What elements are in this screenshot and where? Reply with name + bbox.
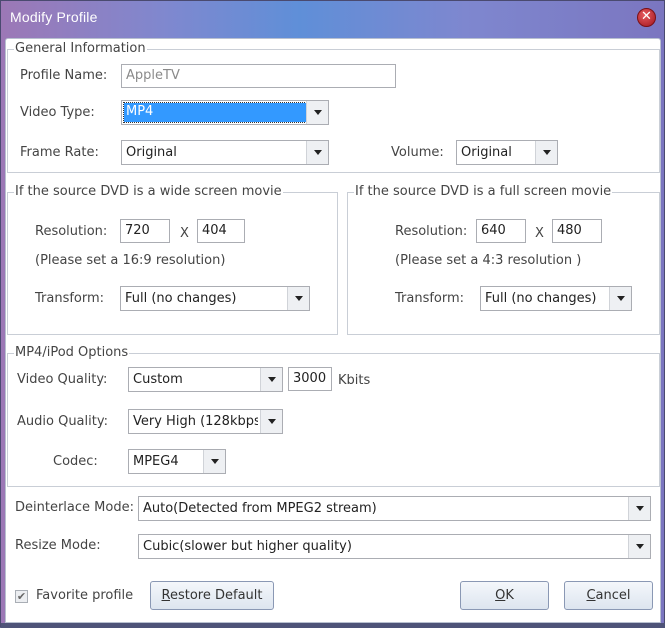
favorite-profile-checkbox[interactable]: ✔: [15, 590, 28, 603]
chevron-down-icon[interactable]: [535, 141, 557, 164]
cancel-mnemonic: C: [586, 588, 596, 603]
wide-transform-select[interactable]: Full (no changes): [120, 286, 310, 311]
wide-transform-label: Transform:: [35, 291, 105, 306]
deinterlace-mode-select[interactable]: Auto(Detected from MPEG2 stream): [138, 496, 651, 521]
restore-default-mnemonic: R: [161, 588, 170, 603]
profile-name-input[interactable]: AppleTV: [121, 64, 396, 88]
general-information-legend: General Information: [14, 41, 147, 57]
ok-label: K: [505, 588, 514, 603]
audio-quality-value: Very High (128kbps: [133, 414, 258, 429]
cancel-button[interactable]: Cancel: [564, 581, 653, 610]
restore-default-button[interactable]: Restore Default: [150, 581, 274, 610]
full-transform-value: Full (no changes): [485, 291, 597, 306]
close-icon: ✕: [641, 9, 652, 24]
chevron-down-icon[interactable]: [260, 410, 282, 433]
full-screen-group: If the source DVD is a full screen movie…: [347, 184, 660, 335]
chevron-down-icon[interactable]: [306, 101, 328, 124]
wide-screen-group: If the source DVD is a wide screen movie…: [7, 184, 338, 335]
chevron-down-icon[interactable]: [609, 287, 631, 310]
window-title: Modify Profile: [10, 9, 98, 25]
chevron-down-icon[interactable]: [628, 535, 650, 558]
window-bottom-border: [1, 623, 665, 628]
codec-value: MPEG4: [133, 454, 179, 469]
dialog-body: General Information Profile Name: AppleT…: [5, 38, 661, 623]
profile-name-label: Profile Name:: [20, 68, 108, 83]
frame-rate-value: Original: [126, 145, 177, 160]
ok-button[interactable]: OK: [460, 581, 549, 610]
volume-value: Original: [461, 145, 512, 160]
codec-select[interactable]: MPEG4: [128, 449, 226, 474]
wide-resolution-hint: (Please set a 16:9 resolution): [35, 253, 226, 268]
title-bar[interactable]: Modify Profile ✕: [1, 1, 664, 37]
close-button[interactable]: ✕: [637, 8, 656, 27]
resize-mode-label: Resize Mode:: [15, 538, 101, 553]
deinterlace-mode-value: Auto(Detected from MPEG2 stream): [143, 501, 377, 516]
video-type-label: Video Type:: [20, 105, 95, 120]
bitrate-input[interactable]: 3000: [288, 367, 332, 391]
wide-resolution-label: Resolution:: [35, 224, 108, 239]
general-information-group: General Information Profile Name: AppleT…: [7, 41, 660, 173]
bitrate-unit-label: Kbits: [338, 373, 371, 388]
wide-transform-value: Full (no changes): [125, 291, 237, 306]
mp4-ipod-options-legend: MP4/iPod Options: [14, 345, 130, 361]
wide-height-input[interactable]: 404: [197, 219, 245, 243]
full-width-input[interactable]: 640: [476, 219, 526, 243]
chevron-down-icon[interactable]: [287, 287, 309, 310]
video-quality-value: Custom: [133, 372, 183, 387]
full-transform-label: Transform:: [395, 291, 465, 306]
restore-default-label: estore Default: [169, 588, 263, 603]
full-x-separator: X: [535, 226, 544, 241]
full-screen-legend: If the source DVD is a full screen movie: [354, 184, 613, 200]
full-resolution-label: Resolution:: [395, 224, 468, 239]
modify-profile-dialog: Modify Profile ✕ General Information Pro…: [0, 0, 665, 628]
full-resolution-hint: (Please set a 4:3 resolution ): [395, 253, 582, 268]
deinterlace-mode-label: Deinterlace Mode:: [15, 500, 134, 515]
wide-x-separator: X: [180, 226, 189, 241]
wide-screen-legend: If the source DVD is a wide screen movie: [14, 184, 283, 200]
checkmark-icon: ✔: [16, 590, 27, 603]
chevron-down-icon[interactable]: [260, 368, 282, 391]
full-transform-select[interactable]: Full (no changes): [480, 286, 632, 311]
cancel-label: ancel: [595, 588, 631, 603]
volume-label: Volume:: [391, 145, 444, 160]
video-quality-label: Video Quality:: [17, 372, 108, 387]
volume-select[interactable]: Original: [456, 140, 558, 165]
codec-label: Codec:: [53, 454, 98, 469]
ok-mnemonic: O: [495, 588, 506, 603]
resize-mode-value: Cubic(slower but higher quality): [143, 539, 352, 554]
chevron-down-icon[interactable]: [306, 141, 328, 164]
chevron-down-icon[interactable]: [203, 450, 225, 473]
video-quality-select[interactable]: Custom: [128, 367, 283, 392]
chevron-down-icon[interactable]: [628, 497, 650, 520]
video-type-value: MP4: [123, 102, 307, 123]
mp4-ipod-options-group: MP4/iPod Options Video Quality: Custom 3…: [7, 345, 660, 487]
full-height-input[interactable]: 480: [552, 219, 602, 243]
video-type-select[interactable]: MP4: [121, 100, 329, 125]
resize-mode-select[interactable]: Cubic(slower but higher quality): [138, 534, 651, 559]
wide-width-input[interactable]: 720: [120, 219, 170, 243]
favorite-profile-label[interactable]: Favorite profile: [36, 588, 133, 603]
audio-quality-label: Audio Quality:: [17, 414, 108, 429]
frame-rate-label: Frame Rate:: [20, 145, 99, 160]
audio-quality-select[interactable]: Very High (128kbps: [128, 409, 283, 434]
frame-rate-select[interactable]: Original: [121, 140, 329, 165]
